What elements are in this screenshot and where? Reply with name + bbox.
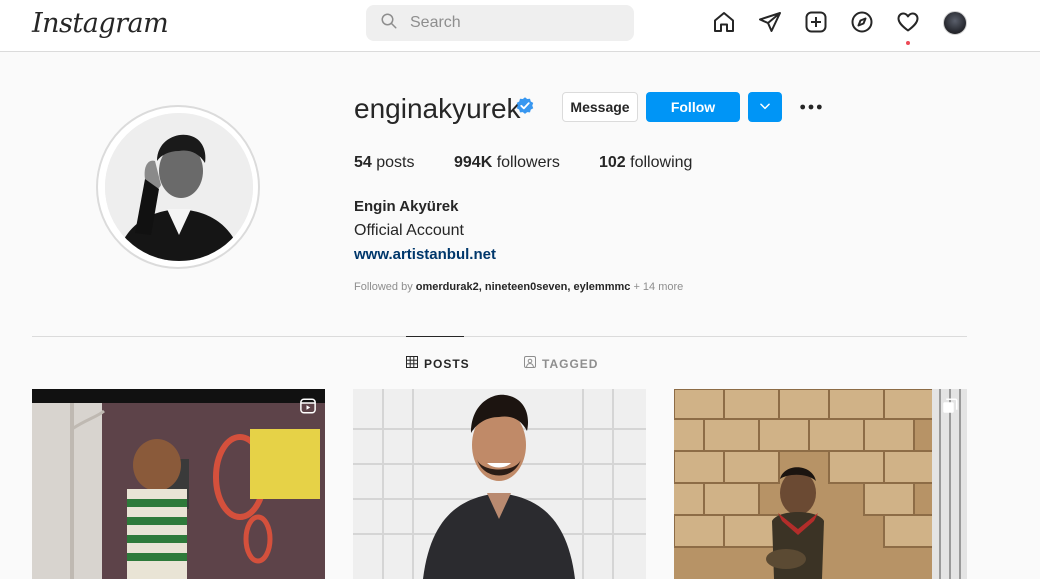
followers-count[interactable]: 994K followers — [454, 154, 560, 172]
post-thumbnail-3[interactable] — [674, 389, 967, 579]
follow-button[interactable]: Follow — [646, 92, 740, 122]
explore-icon[interactable] — [850, 10, 876, 36]
tab-tagged[interactable]: TAGGED — [524, 356, 598, 371]
posts-count-label: posts — [376, 154, 415, 171]
tabs-divider — [32, 336, 967, 337]
bio-full-name: Engin Akyürek — [354, 198, 459, 215]
home-icon[interactable] — [712, 10, 738, 36]
followers-count-value: 994K — [454, 154, 493, 171]
message-button[interactable]: Message — [562, 92, 638, 122]
tab-posts-label: POSTS — [424, 356, 470, 371]
profile-username: enginakyurek — [354, 93, 521, 124]
post-2-image — [353, 389, 646, 579]
followers-count-label: followers — [496, 154, 560, 171]
following-count-label: following — [630, 154, 693, 171]
reels-icon — [299, 397, 317, 415]
post-3-image — [674, 389, 967, 579]
carousel-icon — [941, 397, 959, 415]
instagram-logo[interactable]: Instagram — [32, 8, 169, 39]
search-icon — [380, 12, 398, 35]
post-1-image — [32, 389, 325, 579]
grid-icon — [406, 356, 418, 371]
tab-tagged-label: TAGGED — [542, 356, 599, 371]
activity-heart-icon[interactable] — [896, 10, 922, 36]
posts-count[interactable]: 54 posts — [354, 154, 415, 172]
profile-picture[interactable] — [105, 113, 253, 261]
bio-category: Official Account — [354, 222, 464, 239]
tab-posts[interactable]: POSTS — [406, 356, 470, 371]
bio-website-link[interactable]: www.artistanbul.net — [354, 246, 496, 263]
notification-dot — [906, 41, 910, 45]
following-count[interactable]: 102 following — [599, 154, 692, 172]
posts-count-value: 54 — [354, 154, 372, 171]
new-post-icon[interactable] — [804, 10, 830, 36]
profile-avatar[interactable] — [943, 11, 967, 35]
chevron-down-icon — [758, 99, 772, 116]
followed-by-names: omerdurak2, nineteen0seven, eylemmmc — [415, 281, 631, 293]
direct-message-icon[interactable] — [758, 10, 784, 36]
tagged-user-icon — [524, 356, 536, 371]
following-count-value: 102 — [599, 154, 626, 171]
search-input[interactable] — [408, 13, 612, 33]
post-thumbnail-1[interactable] — [32, 389, 325, 579]
search-box[interactable] — [366, 5, 634, 41]
more-options-icon[interactable] — [798, 96, 824, 118]
followed-by-line[interactable]: Followed by omerdurak2, nineteen0seven, … — [354, 281, 683, 293]
suggested-accounts-dropdown-button[interactable] — [748, 92, 782, 122]
active-tab-indicator — [406, 336, 464, 337]
followed-by-more: + 14 more — [633, 281, 684, 293]
post-thumbnail-2[interactable] — [353, 389, 646, 579]
verified-badge-icon — [515, 96, 535, 116]
followed-by-prefix: Followed by — [354, 281, 413, 293]
top-navigation-bar: Instagram — [0, 0, 1040, 52]
